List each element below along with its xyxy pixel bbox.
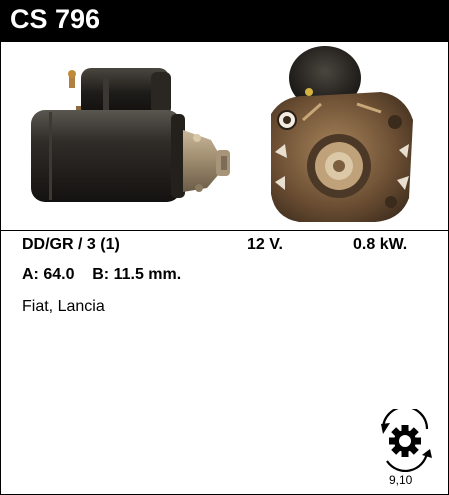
photo-area [1,42,448,230]
vehicle-applications: Fiat, Lancia [22,298,105,315]
starter-motor-front-view [271,46,413,222]
header-bar: CS 796 [1,1,448,42]
type-code: DD/GR / 3 (1) [22,236,120,253]
product-card: CS 796 DD/GR / 3 (1) 12 V. 0.8 kW. A: 64… [0,0,449,495]
dimensions: A: 64.0 B: 11.5 mm. [22,266,182,283]
section-divider [1,230,448,231]
starter-motor-side-view [31,68,230,202]
product-code-title: CS 796 [10,4,101,34]
rotation-label: 9,10 [389,473,413,487]
voltage-value: 12 V. [247,236,283,253]
power-value: 0.8 kW. [353,236,408,253]
